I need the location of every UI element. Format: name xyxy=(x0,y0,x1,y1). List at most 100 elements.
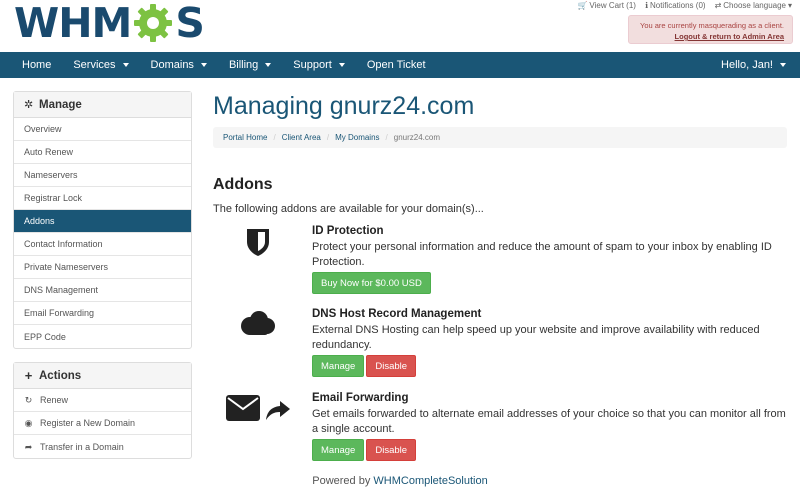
nav-domains-label: Domains xyxy=(150,59,194,71)
caret-down-icon xyxy=(265,63,272,67)
breadcrumb: Portal Home / Client Area / My Domains /… xyxy=(213,127,787,148)
footer-prefix: Powered by xyxy=(312,475,371,487)
sidebar-item-registrar-lock[interactable]: Registrar Lock xyxy=(14,187,191,210)
addon-description: External DNS Hosting can help speed up y… xyxy=(312,324,760,351)
info-icon: ℹ xyxy=(644,1,648,10)
sidebar-item-label: Private Nameservers xyxy=(24,262,109,272)
caret-down-icon xyxy=(338,63,345,67)
sidebar-item-nameservers[interactable]: Nameservers xyxy=(14,164,191,187)
action-label: Transfer in a Domain xyxy=(40,441,124,452)
sidebar-item-label: EPP Code xyxy=(24,331,66,342)
nav-open-ticket[interactable]: Open Ticket xyxy=(356,52,437,78)
addon-description: Protect your personal information and re… xyxy=(312,241,772,268)
view-cart-label: View Cart (1) xyxy=(589,1,636,10)
footer-brand-link[interactable]: WHMCompleteSolution xyxy=(373,475,487,487)
share-icon: ➦ xyxy=(24,441,33,452)
cloud-icon xyxy=(241,311,275,335)
page-title: Managing gnurz24.com xyxy=(213,92,475,120)
sidebar-item-epp-code[interactable]: EPP Code xyxy=(14,325,191,348)
manage-button[interactable]: Manage xyxy=(312,355,365,377)
sidebar-item-label: Email Forwarding xyxy=(24,308,95,318)
nav-open-ticket-label: Open Ticket xyxy=(366,59,426,71)
plus-icon: + xyxy=(24,368,33,383)
action-label: Register a New Domain xyxy=(40,418,136,428)
sidebar-item-label: Contact Information xyxy=(24,239,103,249)
manage-panel: ✲ Manage Overview Auto Renew Nameservers… xyxy=(13,91,192,349)
notifications-link[interactable]: ℹ Notifications (0) xyxy=(645,1,706,10)
sidebar-item-contact-information[interactable]: Contact Information xyxy=(14,233,191,256)
actions-panel-header: + Actions xyxy=(14,363,191,389)
shield-icon xyxy=(247,229,269,256)
masquerade-alert: You are currently masquerading as a clie… xyxy=(628,15,793,44)
disable-button[interactable]: Disable xyxy=(366,439,417,461)
sidebar-item-email-forwarding[interactable]: Email Forwarding xyxy=(14,302,191,325)
forward-arrow-icon xyxy=(266,401,290,420)
breadcrumb-my-domains[interactable]: My Domains xyxy=(335,133,379,142)
addon-name: ID Protection xyxy=(312,225,384,237)
breadcrumb-separator: / xyxy=(273,133,276,142)
sidebar-item-addons[interactable]: Addons xyxy=(14,210,191,233)
addon-body: Email Forwarding Get emails forwarded to… xyxy=(312,392,792,461)
addon-name: Email Forwarding xyxy=(312,392,409,404)
buy-now-button[interactable]: Buy Now for $0.00 USD xyxy=(312,272,431,294)
manage-panel-title: Manage xyxy=(39,98,82,111)
sidebar-item-dns-management[interactable]: DNS Management xyxy=(14,279,191,302)
top-links: 🛒 View Cart (1) ℹ Notifications (0) ⇄ Ch… xyxy=(577,1,792,10)
actions-panel: + Actions ↻ Renew ◉ Register a New Domai… xyxy=(13,362,192,459)
caret-down-icon xyxy=(780,63,786,67)
nav-services[interactable]: Services xyxy=(62,52,139,78)
disable-button[interactable]: Disable xyxy=(366,355,417,377)
addon-icon-wrap xyxy=(213,310,303,336)
addons-heading: Addons xyxy=(213,176,273,193)
gear-icon: ✲ xyxy=(24,99,34,111)
nav-home[interactable]: Home xyxy=(0,52,62,78)
addon-body: DNS Host Record Management External DNS … xyxy=(312,308,792,377)
action-label: Renew xyxy=(40,395,69,405)
addon-buttons: Buy Now for $0.00 USD xyxy=(312,272,792,294)
addon-body: ID Protection Protect your personal info… xyxy=(312,225,792,294)
sidebar-item-auto-renew[interactable]: Auto Renew xyxy=(14,141,191,164)
nav-support[interactable]: Support xyxy=(282,52,356,78)
addon-buttons: Manage Disable xyxy=(312,439,792,461)
actions-panel-title: Actions xyxy=(39,369,82,382)
action-transfer-domain[interactable]: ➦ Transfer in a Domain xyxy=(14,435,191,458)
sidebar-item-label: Auto Renew xyxy=(24,147,74,157)
addon-description: Get emails forwarded to alternate email … xyxy=(312,408,786,435)
addon-id-protection: ID Protection Protect your personal info… xyxy=(213,225,793,295)
nav-billing[interactable]: Billing xyxy=(218,52,282,78)
breadcrumb-current: gnurz24.com xyxy=(393,133,441,142)
addon-dns-management: DNS Host Record Management External DNS … xyxy=(213,308,793,378)
addon-email-forwarding: Email Forwarding Get emails forwarded to… xyxy=(213,392,793,462)
cart-icon: 🛒 xyxy=(577,1,588,10)
nav-home-label: Home xyxy=(22,59,52,71)
sidebar-item-label: Registrar Lock xyxy=(24,193,83,203)
breadcrumb-client-area[interactable]: Client Area xyxy=(282,133,321,142)
view-cart-link[interactable]: 🛒 View Cart (1) xyxy=(577,1,636,10)
logo-prefix: WHM xyxy=(14,0,132,47)
logo-suffix: S xyxy=(175,0,205,47)
addon-buttons: Manage Disable xyxy=(312,355,792,377)
nav-support-label: Support xyxy=(293,59,332,71)
whmcs-logo[interactable]: WHM S xyxy=(14,0,205,47)
caret-down-icon: ▾ xyxy=(787,1,792,10)
masquerade-message: You are currently masquerading as a clie… xyxy=(640,21,784,30)
breadcrumb-portal-home[interactable]: Portal Home xyxy=(223,133,267,142)
nav-services-label: Services xyxy=(73,59,116,71)
sidebar-item-overview[interactable]: Overview xyxy=(14,118,191,141)
nav-user-menu[interactable]: Hello, Jan! xyxy=(710,52,800,78)
breadcrumb-separator: / xyxy=(385,133,388,142)
sidebar-item-private-nameservers[interactable]: Private Nameservers xyxy=(14,256,191,279)
nav-domains[interactable]: Domains xyxy=(140,52,218,78)
sidebar-item-label: Overview xyxy=(24,124,62,134)
logout-admin-link[interactable]: Logout & return to Admin Area xyxy=(629,31,784,42)
refresh-icon: ↻ xyxy=(24,395,33,405)
action-renew[interactable]: ↻ Renew xyxy=(14,389,191,412)
manage-button[interactable]: Manage xyxy=(312,439,365,461)
choose-language-link[interactable]: ⇄ Choose language ▾ xyxy=(715,1,792,10)
footer: Powered by WHMCompleteSolution xyxy=(0,475,800,487)
choose-language-label: Choose language xyxy=(723,1,786,10)
caret-down-icon xyxy=(122,63,129,67)
addon-name: DNS Host Record Management xyxy=(312,308,482,320)
action-register-domain[interactable]: ◉ Register a New Domain xyxy=(14,412,191,435)
addon-icon-wrap xyxy=(213,227,303,257)
